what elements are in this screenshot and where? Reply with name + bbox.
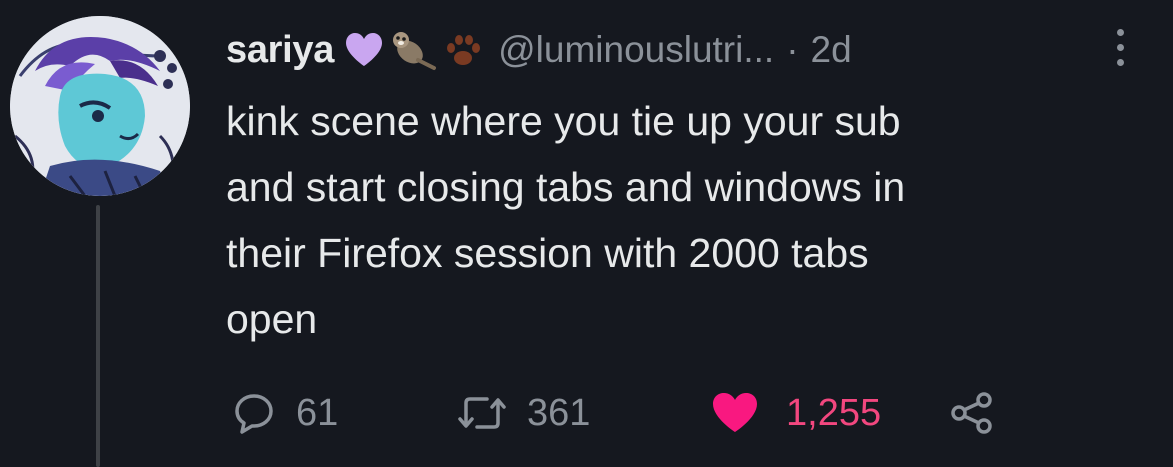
- reply-icon: [235, 394, 273, 434]
- like-icon: [713, 393, 757, 432]
- tweet-text-line: their Firefox session with 2000 tabs: [226, 230, 869, 276]
- more-options-icon[interactable]: [1108, 22, 1132, 72]
- tweet-text-line: open: [226, 296, 318, 342]
- share-icon: [951, 392, 992, 434]
- share-button[interactable]: [950, 385, 994, 441]
- separator-dot: ·: [786, 29, 799, 70]
- purple-heart-icon: [346, 33, 383, 66]
- name-badges: [344, 28, 484, 72]
- display-name[interactable]: sariya: [226, 29, 334, 72]
- like-button[interactable]: 1,255: [710, 385, 881, 441]
- avatar[interactable]: [10, 16, 190, 196]
- thread-line: [96, 205, 100, 467]
- tweet-text-line: and start closing tabs and windows in: [226, 164, 906, 210]
- tweet[interactable]: sariya @luminouslutri... · 2d kink scene…: [0, 0, 1173, 467]
- tweet-text: kink scene where you tie up your sub and…: [226, 88, 1126, 352]
- retweet-icon: [458, 397, 506, 429]
- reply-button[interactable]: 61: [232, 385, 338, 441]
- retweet-count: 361: [527, 391, 591, 434]
- timestamp[interactable]: 2d: [811, 29, 852, 71]
- tweet-header: sariya @luminouslutri... · 2d: [226, 22, 852, 78]
- retweet-button[interactable]: 361: [457, 385, 590, 441]
- otter-icon: [393, 32, 437, 70]
- author-handle[interactable]: @luminouslutri...: [498, 29, 774, 71]
- avatar-image: [10, 16, 190, 196]
- reply-count: 61: [296, 391, 339, 434]
- like-count: 1,255: [786, 391, 882, 434]
- tweet-text-line: kink scene where you tie up your sub: [226, 98, 901, 144]
- paw-icon: [447, 35, 481, 65]
